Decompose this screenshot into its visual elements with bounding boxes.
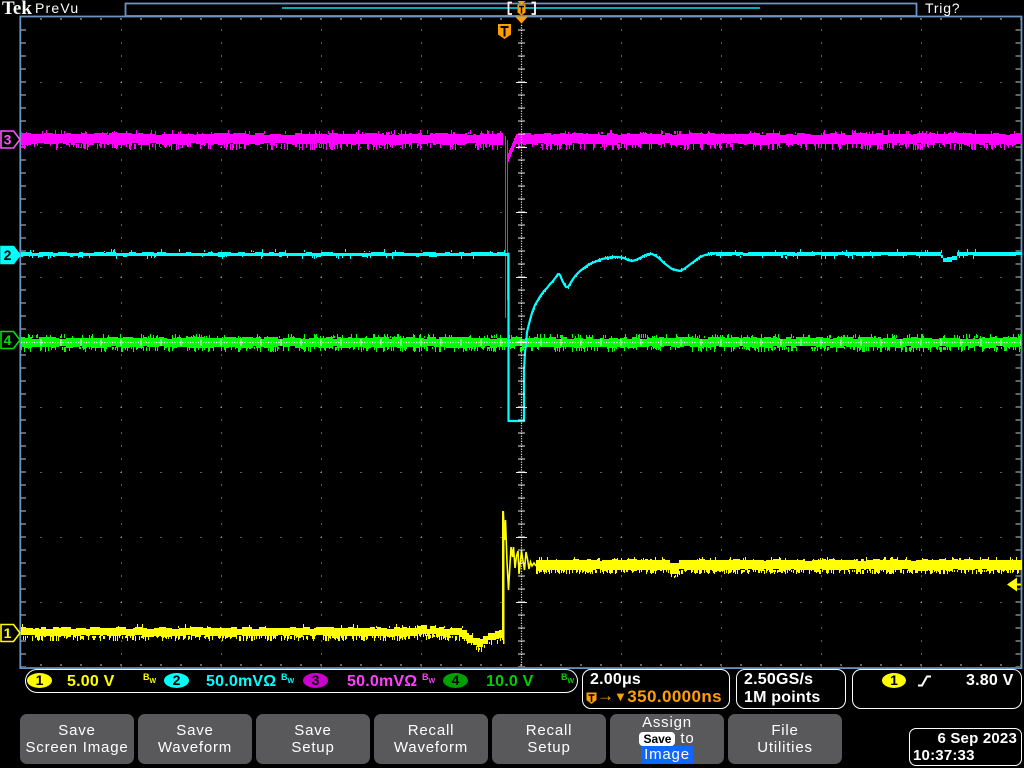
svg-text:2: 2 <box>4 247 12 263</box>
svg-text:1: 1 <box>4 625 12 641</box>
svg-text:3: 3 <box>4 132 12 148</box>
svg-text:4: 4 <box>4 332 12 348</box>
